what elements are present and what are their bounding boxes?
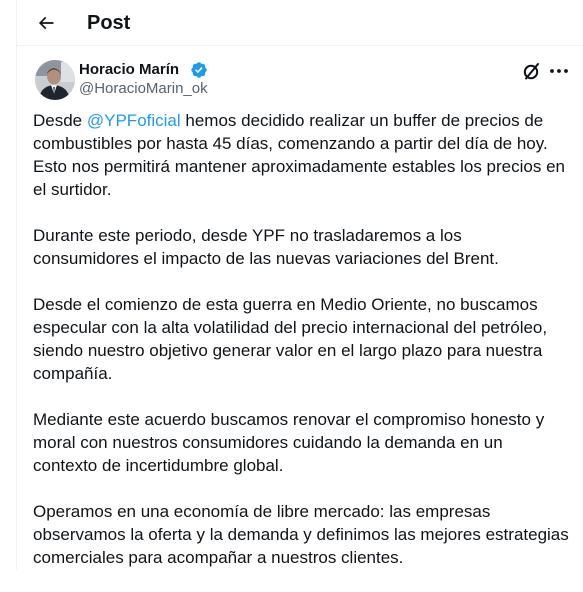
tweet-text: Desde @YPFoficial hemos decidido realiza… [33,109,569,592]
post-detail-column: Post Horacio Marín @HoracioMarin_ok Desd… [16,0,583,570]
tweet-paragraph-2: Durante este periodo, desde YPF no trasl… [33,226,499,268]
back-button[interactable] [31,8,61,38]
grok-button[interactable] [521,60,543,82]
verified-badge-icon [191,62,207,78]
avatar-photo [35,60,75,100]
more-horizontal-icon [550,69,568,73]
mention-link[interactable]: @YPFoficial [87,111,181,130]
avatar[interactable] [35,60,75,100]
tweet-paragraph-5: Operamos en una economía de libre mercad… [33,502,569,567]
page-title: Post [87,12,131,34]
grok-icon [523,63,539,80]
tweet-paragraph-1: Desde @YPFoficial hemos decidido realiza… [33,111,565,199]
author-handle[interactable]: @HoracioMarin_ok [79,80,208,98]
tweet-paragraph-3: Desde el comienzo de esta guerra en Medi… [33,295,548,383]
arrow-left-icon [38,16,54,30]
more-options-button[interactable] [547,60,571,82]
tweet-paragraph-4: Mediante este acuerdo buscamos renovar e… [33,410,545,475]
post-header: Post [17,0,583,46]
author-name[interactable]: Horacio Marín [79,61,179,79]
